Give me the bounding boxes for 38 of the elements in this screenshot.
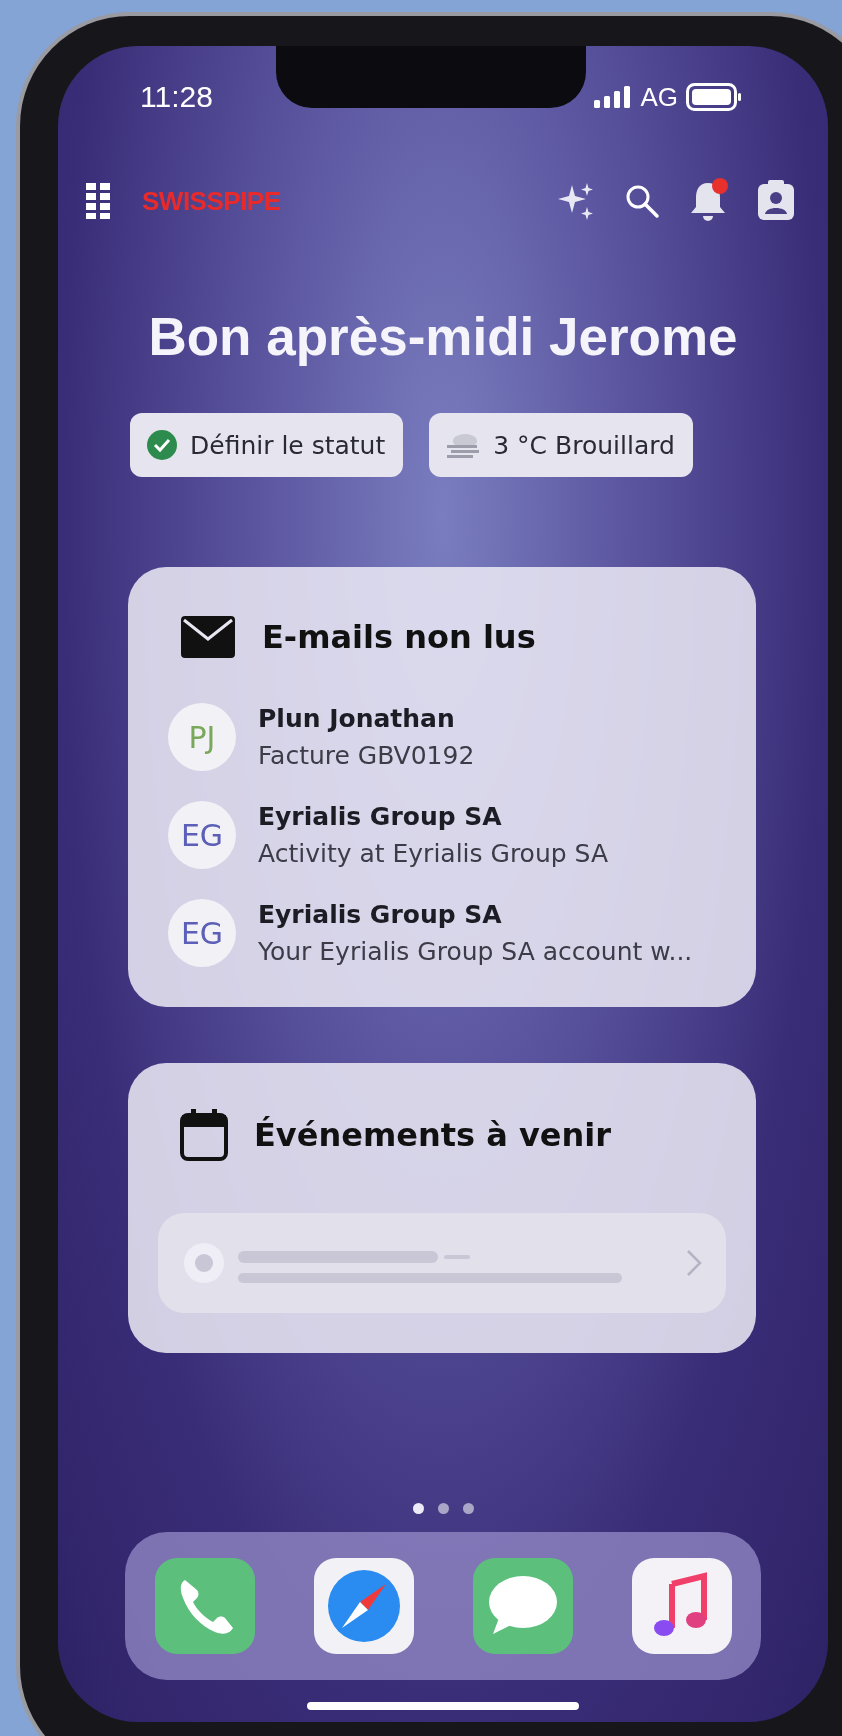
search-icon[interactable] xyxy=(624,183,660,219)
check-circle-icon xyxy=(146,429,178,461)
greeting-title: Bon après-midi Jerome xyxy=(147,306,739,367)
swisspipe-logo: SWISSPIPE xyxy=(142,185,281,217)
initials-avatar: EG xyxy=(168,801,236,869)
compass-app-icon[interactable] xyxy=(313,1558,414,1654)
page-dot[interactable] xyxy=(462,1503,474,1514)
signal-icon xyxy=(594,86,633,108)
initials-avatar: PJ xyxy=(168,703,236,771)
envelope-icon xyxy=(180,615,236,659)
email-sender: Eyrialis Group SA xyxy=(258,900,503,929)
carrier-label: AG xyxy=(640,81,678,113)
card-title: Événements à venir xyxy=(254,1116,612,1154)
app-grid-icon[interactable] xyxy=(86,183,112,219)
weather-chip[interactable]: 3 °C Brouillard xyxy=(429,413,693,477)
email-sender: Eyrialis Group SA xyxy=(258,802,503,831)
bell-icon[interactable] xyxy=(688,180,728,222)
email-sender: Plun Jonathan xyxy=(258,704,456,733)
email-subject: Facture GBV0192 xyxy=(258,741,475,770)
page-dot[interactable] xyxy=(412,1503,424,1514)
speech-bubble-app-icon[interactable] xyxy=(472,1558,573,1654)
battery-icon xyxy=(686,83,742,111)
fog-icon xyxy=(445,431,482,459)
email-subject: Your Eyrialis Group SA account w... xyxy=(258,937,693,966)
card-title: E-mails non lus xyxy=(262,618,536,656)
phone-app-icon[interactable] xyxy=(154,1558,255,1654)
status-time: 11:28 xyxy=(140,80,213,114)
email-item[interactable]: EG Eyrialis Group SA Activity at Eyrialis Group SA xyxy=(168,801,726,869)
set-status-button[interactable]: Définir le statut xyxy=(130,413,404,477)
chevron-right-icon xyxy=(686,1249,702,1277)
initials-avatar: EG xyxy=(168,899,236,967)
calendar-icon xyxy=(180,1109,228,1161)
email-subject: Activity at Eyrialis Group SA xyxy=(258,839,608,868)
page-dot[interactable] xyxy=(437,1503,449,1514)
contact-card-icon[interactable] xyxy=(756,180,796,222)
email-item[interactable]: EG Eyrialis Group SA Your Eyrialis Group SA account w... xyxy=(168,899,726,967)
email-item[interactable]: PJ Plun Jonathan Facture GBV0192 xyxy=(168,703,726,771)
music-note-app-icon[interactable] xyxy=(631,1558,732,1654)
